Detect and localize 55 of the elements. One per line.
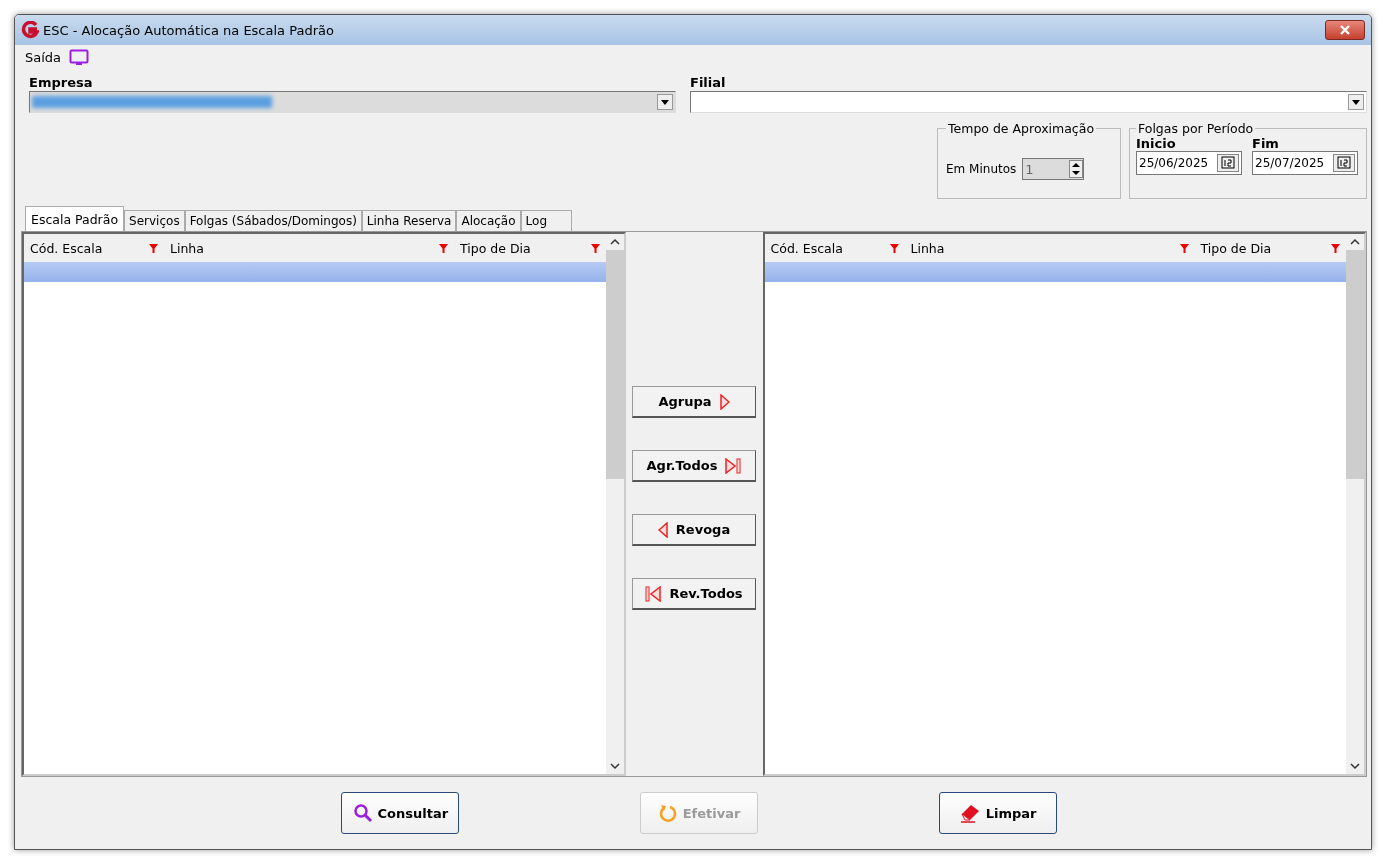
transfer-button[interactable]: Rev.Todos <box>632 578 756 610</box>
scroll-down-icon[interactable] <box>1350 762 1360 770</box>
eraser-icon <box>958 803 981 823</box>
filter-icon[interactable] <box>439 243 448 253</box>
transfer-button[interactable]: Agr.Todos <box>632 450 756 482</box>
skip-left-icon <box>645 585 662 602</box>
column-header[interactable]: Tipo de Dia <box>1194 240 1346 256</box>
action-button[interactable]: Limpar <box>938 792 1057 834</box>
tab[interactable]: Log <box>520 210 572 231</box>
start-date-field[interactable]: 25/06/2025 <box>1136 151 1242 175</box>
filter-icon[interactable] <box>1179 243 1189 253</box>
action-button[interactable]: Consultar <box>341 792 460 834</box>
calendar-icon[interactable] <box>1333 154 1355 172</box>
filter-icon[interactable] <box>889 243 899 253</box>
field-label: Empresa <box>29 75 94 90</box>
branch-dropdown[interactable] <box>690 91 1367 113</box>
column-header[interactable]: Linha <box>904 240 1195 256</box>
column-header[interactable]: Cód. Escala <box>764 240 905 256</box>
exit-menu[interactable]: Saída <box>25 49 62 65</box>
tab[interactable]: Folgas (Sábados/Domingos) <box>184 210 362 231</box>
scroll-down-icon[interactable] <box>609 762 620 770</box>
right-triangle-icon <box>719 393 730 410</box>
group-title: Tempo de Aproximação <box>947 121 1096 136</box>
scrollbar[interactable] <box>605 234 624 774</box>
tab[interactable]: Linha Reserva <box>361 210 457 231</box>
field-label: Filial <box>690 75 727 90</box>
logo-icon <box>21 21 39 39</box>
calendar-icon[interactable] <box>1217 154 1239 172</box>
close-icon <box>1339 25 1351 35</box>
end-date-field[interactable]: 25/07/2025 <box>1252 151 1358 175</box>
scroll-up-icon[interactable] <box>1350 238 1360 246</box>
tab[interactable]: Escala Padrão <box>25 206 125 231</box>
scroll-up-icon[interactable] <box>609 238 620 246</box>
transfer-button[interactable]: Revoga <box>632 514 756 546</box>
start-label: Inicio <box>1136 136 1177 151</box>
filter-icon[interactable] <box>1331 243 1340 253</box>
end-label: Fim <box>1252 136 1280 151</box>
column-header[interactable]: Tipo de Dia <box>454 240 606 256</box>
skip-right-icon <box>725 457 742 474</box>
filter-icon[interactable] <box>590 243 600 253</box>
group-title: Folgas por Período <box>1137 121 1255 136</box>
search-icon <box>352 803 373 823</box>
filter-icon[interactable] <box>149 243 158 253</box>
scrollbar[interactable] <box>1346 234 1364 774</box>
left-triangle-icon <box>657 521 668 538</box>
column-header[interactable]: Cód. Escala <box>24 240 164 256</box>
column-header[interactable]: Linha <box>164 240 454 256</box>
window-title: ESC - Alocação Automática na Escala Padrão <box>43 22 334 38</box>
close-button[interactable] <box>1325 20 1365 40</box>
transfer-button[interactable]: Agrupa <box>632 386 756 418</box>
tab[interactable]: Alocação <box>456 210 521 231</box>
circular-arrow-icon <box>657 803 678 823</box>
minutes-label: Em Minutos <box>946 162 1017 176</box>
tab[interactable]: Serviços <box>124 210 185 231</box>
monitor-icon[interactable] <box>69 48 90 66</box>
